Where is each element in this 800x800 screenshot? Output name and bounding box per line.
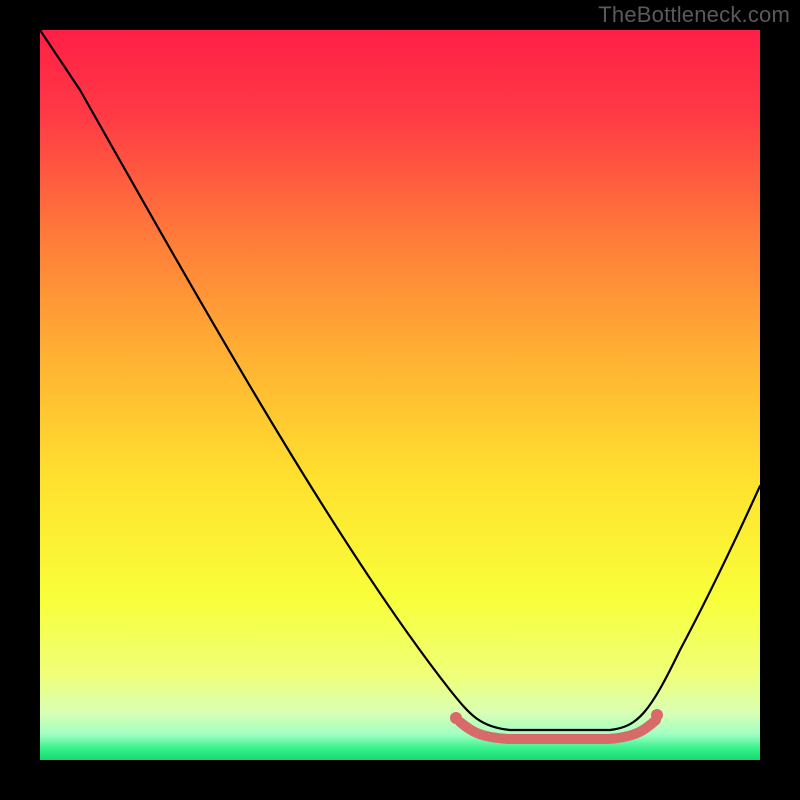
chart-frame: TheBottleneck.com xyxy=(0,0,800,800)
watermark-text: TheBottleneck.com xyxy=(598,2,790,28)
gradient-background xyxy=(40,30,760,760)
plot-area xyxy=(40,30,760,760)
plot-svg xyxy=(40,30,760,760)
optimal-range-endpoint-right xyxy=(651,709,663,721)
optimal-range-endpoint-left xyxy=(450,712,462,724)
